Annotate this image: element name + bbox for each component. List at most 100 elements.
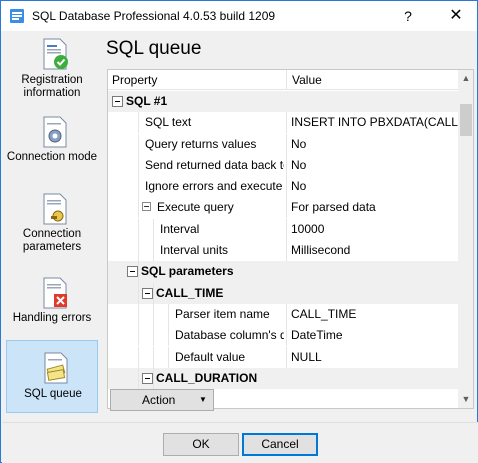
collapse-icon[interactable] <box>142 287 153 299</box>
dropdown-arrow-icon: ▼ <box>199 395 207 404</box>
action-label: Action <box>142 393 176 407</box>
indent-guide <box>153 325 154 347</box>
indent-guide <box>138 240 139 262</box>
property-grid[interactable]: Property Value SQL #1 SQL text INSERT INTO… <box>107 69 474 409</box>
category-row[interactable]: SQL parameters <box>108 261 458 283</box>
connection-mode-icon <box>43 116 67 148</box>
collapse-icon[interactable] <box>142 202 151 212</box>
sidebar-item-handling-errors[interactable]: Handling errors <box>6 276 98 348</box>
cell-divider <box>286 240 287 262</box>
property-value[interactable]: NULL <box>288 347 458 368</box>
property-row[interactable]: Query returns values No <box>108 133 458 155</box>
title-bar: SQL Database Professional 4.0.53 build 1… <box>1 1 477 31</box>
window-title: SQL Database Professional 4.0.53 build 1… <box>32 9 276 23</box>
property-value[interactable]: No <box>288 155 458 176</box>
indent-guide <box>168 346 169 368</box>
property-name: Query returns values <box>145 136 257 151</box>
sidebar-item-registration[interactable]: Registration information <box>6 37 98 109</box>
sidebar: Registration information Connection mode… <box>2 31 99 416</box>
page-title: SQL queue <box>106 38 202 59</box>
property-name: CALL_DURATION <box>156 370 258 385</box>
vertical-scrollbar[interactable]: ▲ ▼ <box>458 70 473 408</box>
indent-guide <box>138 367 139 389</box>
property-row[interactable]: Interval 10000 <box>108 218 458 240</box>
property-row[interactable]: SQL text INSERT INTO PBXDATA(CALL... <box>108 112 458 134</box>
property-value[interactable]: DateTime <box>288 325 458 346</box>
indent-guide <box>138 346 139 368</box>
category-row[interactable]: CALL_TIME <box>108 282 458 304</box>
cell-divider <box>286 346 287 368</box>
cell-divider <box>286 176 287 198</box>
indent-guide <box>168 325 169 347</box>
property-value[interactable]: Millisecond <box>288 240 458 261</box>
property-row[interactable]: Interval units Millisecond <box>108 240 458 262</box>
property-name: Default value <box>175 349 246 364</box>
property-row[interactable]: Ignore errors and execute next No <box>108 176 458 198</box>
property-name: Database column's data... <box>175 328 284 343</box>
sidebar-item-label: Connection parameters <box>22 228 82 253</box>
sidebar-item-label: Handling errors <box>12 312 92 324</box>
property-value[interactable]: For parsed data <box>288 197 458 218</box>
cell-divider <box>286 325 287 347</box>
close-button[interactable]: ✕ <box>441 5 471 27</box>
sidebar-item-connection-mode[interactable]: Connection mode <box>6 115 98 187</box>
sql-queue-icon <box>44 352 68 384</box>
indent-guide <box>138 176 139 198</box>
collapse-icon[interactable] <box>142 372 153 384</box>
property-value[interactable]: 10000 <box>288 219 458 240</box>
indent-guide <box>153 240 154 262</box>
sidebar-item-connection-parameters[interactable]: Connection parameters <box>6 192 98 264</box>
connection-parameters-icon <box>43 193 67 225</box>
scroll-down-icon[interactable]: ▼ <box>458 391 473 408</box>
property-row[interactable]: Default value NULL <box>108 346 458 368</box>
cancel-button[interactable]: Cancel <box>242 433 318 456</box>
category-row[interactable]: SQL #1 <box>108 91 458 113</box>
help-button[interactable]: ? <box>394 5 422 27</box>
scroll-up-icon[interactable]: ▲ <box>458 70 473 87</box>
property-value[interactable]: No <box>288 176 458 197</box>
ok-button[interactable]: OK <box>163 433 239 456</box>
cell-divider <box>286 133 287 155</box>
category-row[interactable]: CALL_DURATION <box>108 367 458 390</box>
indent-guide <box>138 154 139 176</box>
property-row[interactable]: Send returned data back to dat... No <box>108 154 458 176</box>
property-row[interactable]: Parser item name CALL_TIME <box>108 303 458 325</box>
cell-divider <box>286 303 287 325</box>
collapse-icon[interactable] <box>127 266 138 278</box>
indent-guide <box>138 218 139 240</box>
property-value[interactable]: INSERT INTO PBXDATA(CALL... <box>288 112 458 133</box>
indent-guide <box>153 282 154 304</box>
registration-icon <box>43 38 68 70</box>
scroll-thumb[interactable] <box>460 104 472 136</box>
property-name: SQL #1 <box>126 94 168 108</box>
indent-guide <box>138 282 139 304</box>
column-separator[interactable] <box>286 70 287 90</box>
property-name: Execute query <box>157 200 234 215</box>
property-row[interactable]: Execute query For parsed data <box>108 197 458 219</box>
indent-guide <box>138 112 139 134</box>
indent-guide <box>138 197 139 219</box>
property-value[interactable]: No <box>288 134 458 155</box>
property-name: SQL text <box>145 115 192 130</box>
sidebar-item-label: Connection mode <box>6 151 98 163</box>
indent-guide <box>153 346 154 368</box>
property-name: Ignore errors and execute next <box>145 179 284 194</box>
indent-guide <box>138 325 139 347</box>
collapse-icon[interactable] <box>112 96 123 107</box>
grid-header: Property Value <box>108 70 458 90</box>
app-icon <box>10 9 24 23</box>
column-header-value[interactable]: Value <box>292 73 322 87</box>
property-row[interactable]: Database column's data... DateTime <box>108 325 458 347</box>
indent-guide <box>168 303 169 325</box>
main-panel: SQL queue Property Value SQL #1 SQL text I… <box>99 31 477 423</box>
property-value[interactable]: CALL_TIME <box>288 304 458 325</box>
property-name: Parser item name <box>175 306 270 321</box>
indent-guide <box>153 367 154 389</box>
column-header-property[interactable]: Property <box>112 73 157 87</box>
indent-guide <box>153 218 154 240</box>
cell-divider <box>286 154 287 176</box>
handling-errors-icon <box>43 277 67 309</box>
dialog-window: SQL Database Professional 4.0.53 build 1… <box>0 0 478 463</box>
action-dropdown-button[interactable]: Action ▼ <box>110 389 214 411</box>
sidebar-item-sql-queue[interactable]: SQL queue <box>6 340 98 413</box>
